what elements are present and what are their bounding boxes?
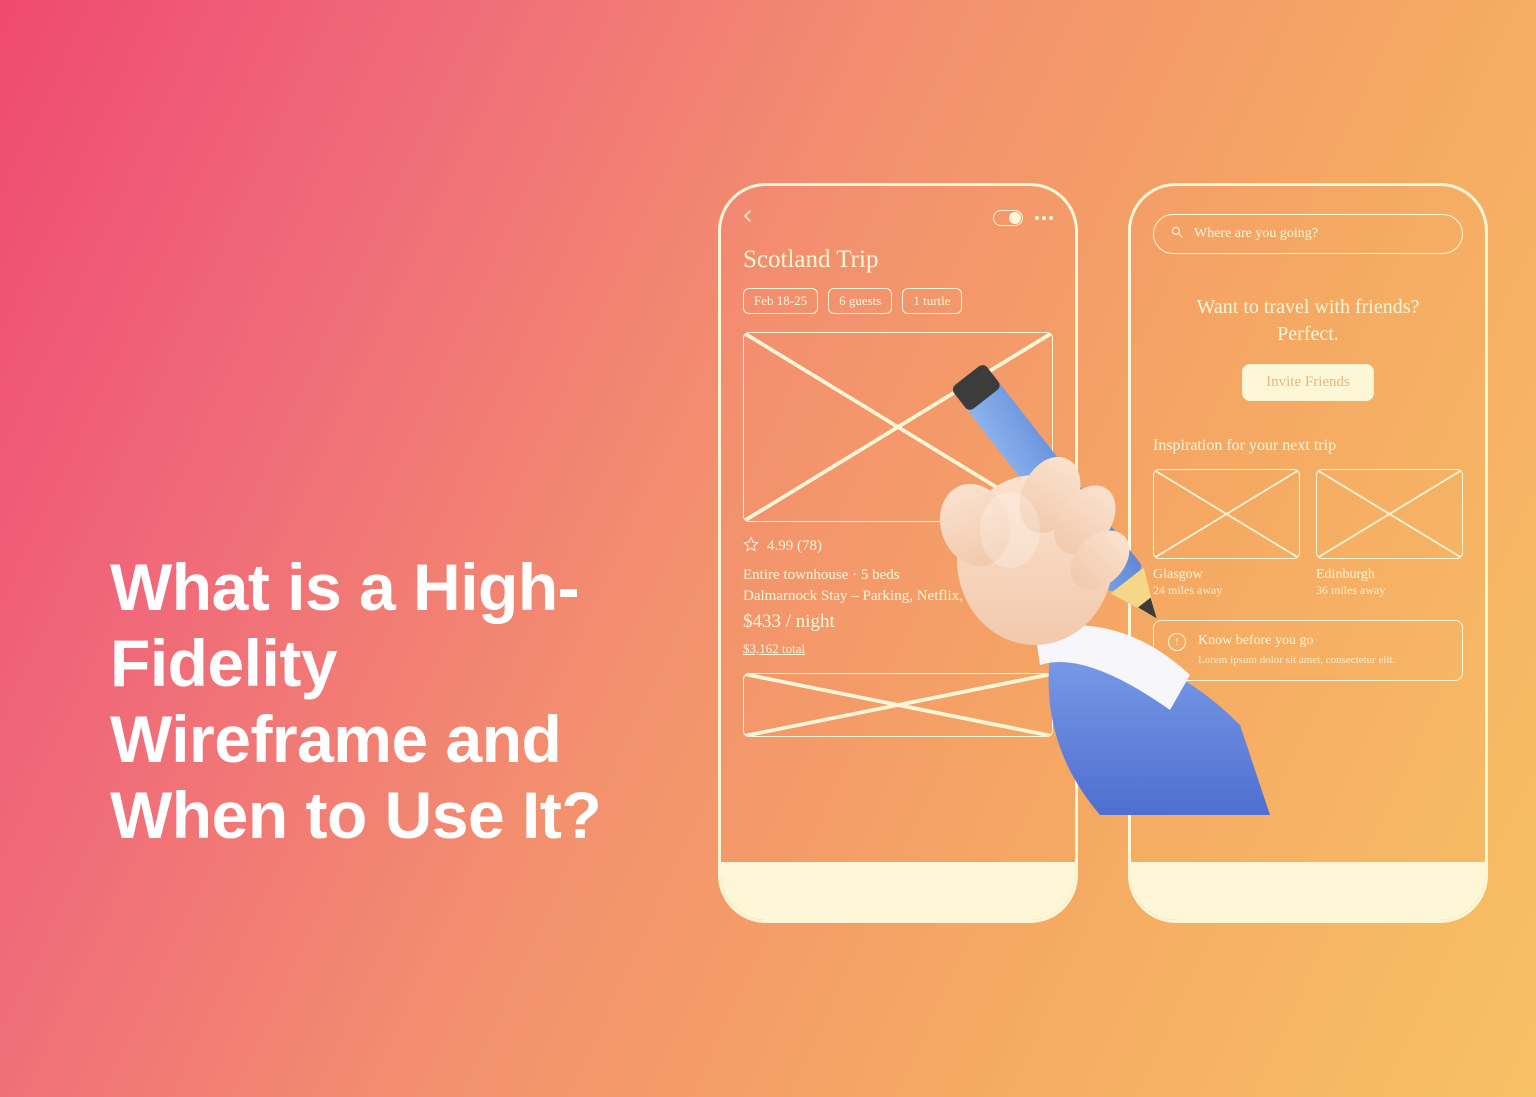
phone-chin	[721, 862, 1075, 920]
wireframe-phone-explore: Where are you going? Want to travel with…	[1128, 183, 1488, 923]
promo-heading: Want to travel with friends? Perfect.	[1153, 294, 1463, 348]
rating-text: 4.99 (78)	[767, 538, 822, 555]
chip-pets[interactable]: 1 turtle	[902, 288, 961, 314]
search-placeholder: Where are you going?	[1194, 226, 1318, 242]
back-icon[interactable]	[743, 209, 753, 228]
toggle-switch[interactable]	[993, 210, 1023, 226]
phone-chin	[1131, 862, 1485, 920]
price-per-night: $433 / night	[743, 611, 1053, 633]
search-input[interactable]: Where are you going?	[1153, 214, 1463, 254]
listing-name: Dalmarnock Stay – Parking, Netflix, and …	[743, 588, 1053, 605]
invite-friends-button[interactable]: Invite Friends	[1242, 364, 1374, 401]
know-before-box[interactable]: ! Know before you go Lorem ipsum dolor s…	[1153, 620, 1463, 681]
hero-title-block: What is a High-Fidelity Wireframe and Wh…	[110, 550, 670, 854]
chips-row: Feb 18-25 6 guests 1 turtle	[743, 288, 1053, 314]
card-city: Edinburgh	[1316, 567, 1463, 583]
listing-type: Entire townhouse · 5 beds	[743, 567, 1053, 584]
rating-row: 4.99 (78)	[743, 536, 1053, 557]
trip-title: Scotland Trip	[743, 246, 1053, 274]
chip-guests[interactable]: 6 guests	[828, 288, 892, 314]
wireframe-phone-trip: Scotland Trip Feb 18-25 6 guests 1 turtl…	[718, 183, 1078, 923]
card-city: Glasgow	[1153, 567, 1300, 583]
price-total[interactable]: $3,162 total	[743, 641, 1053, 657]
info-icon: !	[1168, 633, 1186, 651]
image-placeholder-2	[743, 673, 1053, 737]
hero-title: What is a High-Fidelity Wireframe and Wh…	[110, 550, 670, 854]
inspiration-grid: Glasgow 24 miles away Edinburgh 36 miles…	[1153, 469, 1463, 598]
inspiration-card[interactable]: Edinburgh 36 miles away	[1316, 469, 1463, 598]
image-placeholder	[1316, 469, 1463, 559]
search-icon	[1170, 225, 1184, 244]
know-title: Know before you go	[1198, 633, 1395, 649]
inspiration-card[interactable]: Glasgow 24 miles away	[1153, 469, 1300, 598]
more-icon[interactable]	[1035, 216, 1053, 220]
star-icon	[743, 536, 759, 557]
card-distance: 24 miles away	[1153, 583, 1300, 598]
know-body: Lorem ipsum dolor sit amet, consectetur …	[1198, 653, 1395, 668]
promo-block: Want to travel with friends? Perfect. In…	[1153, 294, 1463, 401]
topbar	[743, 206, 1053, 230]
image-placeholder	[743, 332, 1053, 522]
inspiration-heading: Inspiration for your next trip	[1153, 437, 1463, 455]
chip-dates[interactable]: Feb 18-25	[743, 288, 818, 314]
card-distance: 36 miles away	[1316, 583, 1463, 598]
image-placeholder	[1153, 469, 1300, 559]
